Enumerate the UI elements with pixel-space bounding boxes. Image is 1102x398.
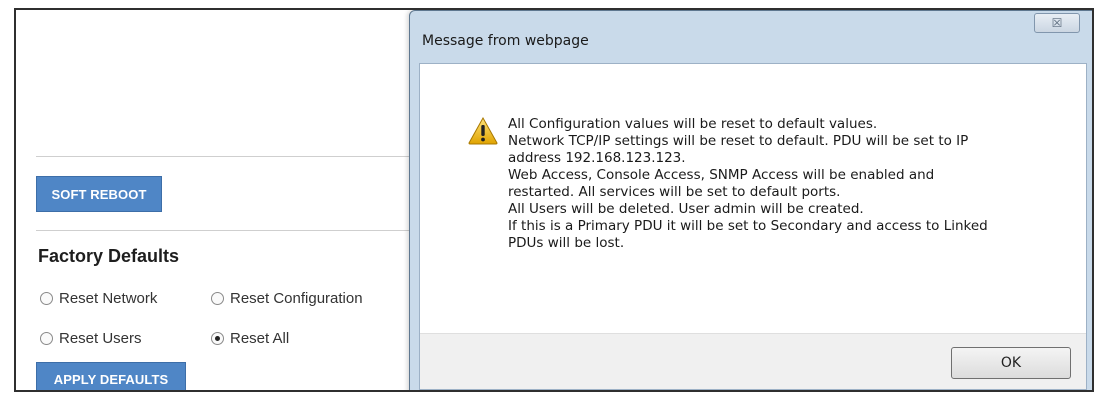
warning-icon	[468, 117, 498, 145]
ok-button[interactable]: OK	[951, 347, 1071, 379]
reset-users-option[interactable]: Reset Users	[40, 330, 142, 347]
message-line: All Configuration values will be reset t…	[508, 116, 878, 132]
reset-network-label: Reset Network	[59, 290, 158, 307]
dialog-body: All Configuration values will be reset t…	[419, 63, 1087, 390]
message-line: PDUs will be lost.	[508, 235, 625, 251]
reset-configuration-label: Reset Configuration	[230, 290, 363, 307]
reset-configuration-radio[interactable]	[211, 292, 224, 305]
message-dialog: Message from webpage ☒ All Configuration…	[409, 10, 1092, 390]
browser-content: SOFT REBOOT Factory Defaults Reset Netwo…	[14, 8, 1094, 392]
message-line: Network TCP/IP settings will be reset to…	[508, 133, 969, 149]
reset-network-radio[interactable]	[40, 292, 53, 305]
dialog-title: Message from webpage	[422, 33, 589, 49]
section-divider	[36, 156, 416, 157]
reset-network-option[interactable]: Reset Network	[40, 290, 157, 307]
dialog-message: All Configuration values will be reset t…	[508, 116, 1068, 252]
close-icon: ☒	[1051, 16, 1063, 30]
message-line: Web Access, Console Access, SNMP Access …	[508, 167, 935, 183]
message-line: restarted. All services will be set to d…	[508, 184, 841, 200]
section-divider	[36, 230, 416, 231]
factory-defaults-title: Factory Defaults	[38, 246, 180, 266]
reset-all-label: Reset All	[230, 330, 290, 347]
message-line: All Users will be deleted. User admin wi…	[508, 201, 864, 217]
reset-users-radio[interactable]	[40, 332, 53, 345]
apply-defaults-button[interactable]: APPLY DEFAULTS	[36, 362, 186, 390]
message-line: address 192.168.123.123.	[508, 150, 686, 166]
dialog-footer: OK	[420, 333, 1086, 389]
reset-all-option[interactable]: Reset All	[211, 330, 289, 347]
reset-all-radio[interactable]	[211, 332, 224, 345]
message-line: If this is a Primary PDU it will be set …	[508, 218, 988, 234]
reset-users-label: Reset Users	[59, 330, 142, 347]
reset-configuration-option[interactable]: Reset Configuration	[211, 290, 363, 307]
soft-reboot-button[interactable]: SOFT REBOOT	[36, 176, 162, 212]
close-button[interactable]: ☒	[1034, 13, 1080, 33]
